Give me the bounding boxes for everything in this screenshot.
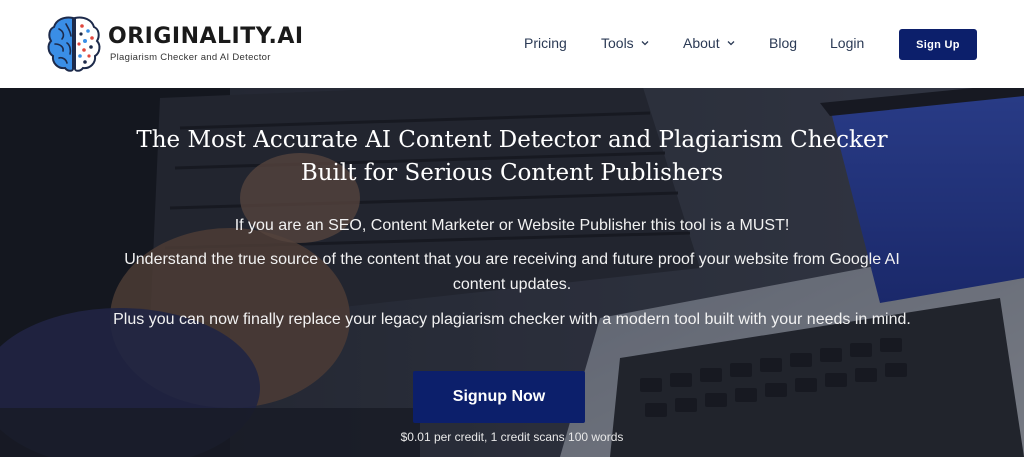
hero-paragraph-3: Plus you can now finally replace your le… [113,311,911,328]
hero-content: The Most Accurate AI Content Detector an… [0,88,1024,457]
nav-login-label: Login [830,35,865,51]
nav-blog-label: Blog [769,35,798,51]
nav-tools-label: Tools [601,35,634,51]
chevron-down-icon [727,41,735,46]
nav-blog[interactable]: Blog [769,35,797,51]
site-header: ORIGINALITY.AI Plagiarism Checker and AI… [0,0,1024,88]
nav-about[interactable]: About [683,35,736,51]
hero-paragraph-2: Understand the true source of the conten… [124,251,900,293]
nav-pricing[interactable]: Pricing [524,35,567,51]
pricing-note: $0.01 per credit, 1 credit scans 100 wor… [400,430,624,444]
hero-title: The Most Accurate AI Content Detector an… [136,127,888,186]
hero-paragraph-1: If you are an SEO, Content Marketer or W… [234,217,790,234]
signup-button-header[interactable]: Sign Up [899,29,977,60]
nav-about-label: About [683,35,720,51]
nav-login[interactable]: Login [830,35,864,51]
main-nav: Pricing Tools About Blog Login Sign Up [0,0,1024,88]
nav-pricing-label: Pricing [524,35,567,51]
nav-tools[interactable]: Tools [601,35,650,51]
signup-now-button[interactable]: Signup Now [413,371,585,423]
chevron-down-icon [641,41,649,46]
hero-section: The Most Accurate AI Content Detector an… [0,88,1024,457]
